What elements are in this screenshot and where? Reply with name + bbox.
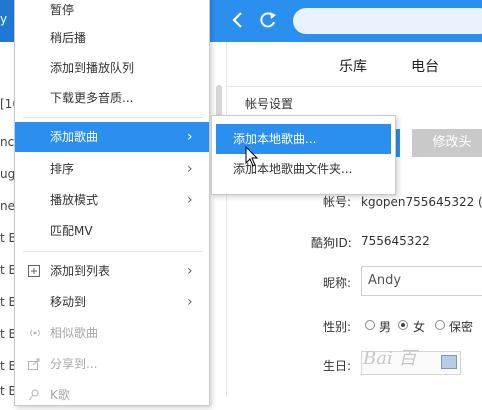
list-item-fragment: ug [0,167,16,181]
search-input[interactable] [293,8,482,34]
share-icon [28,358,40,370]
gender-female-label: 女 [413,320,426,334]
list-item-fragment: ne [0,199,15,213]
menu-item-label: 添加歌曲 [50,130,99,144]
menu-item-label: 添加到播放队列 [50,61,135,75]
tab-library[interactable]: 乐库 [339,56,367,76]
menu-item-share: 分享到... [15,349,209,379]
tab-change-avatar[interactable]: 修改头 [412,129,482,157]
left-header-fragment: y [0,12,8,26]
panel-divider [226,42,227,396]
kugou-id-label: 酷狗ID: [311,236,352,250]
menu-separator [23,251,203,252]
watermark: Bai 百 [363,348,417,369]
birthday-label: 生日: [323,359,352,373]
refresh-icon[interactable] [257,8,279,32]
menu-item-similar-songs: 相似歌曲 [15,318,209,348]
menu-item-add-to-queue[interactable]: 添加到播放队列 [15,53,209,83]
menu-item-label: 匹配MV [50,224,93,238]
menu-item-label: 移动到 [50,295,87,309]
menu-item-label: 相似歌曲 [50,326,99,340]
calendar-icon[interactable] [441,355,457,369]
account-value: kgopen755645322 (我 [361,195,482,209]
chevron-right-icon: › [187,129,193,145]
menu-item-download-quality[interactable]: 下载更多音质... [15,83,209,113]
gender-male-label: 男 [379,320,392,334]
gender-secret-radio[interactable] [435,320,445,330]
plus-box-icon [28,265,40,277]
gender-male-radio[interactable] [365,320,375,330]
microphone-icon [28,389,40,401]
menu-item-match-mv[interactable]: 匹配MV [15,216,209,246]
kugou-id-value: 755645322 [361,234,430,248]
menu-item-label: 暂停 [50,3,75,17]
mouse-cursor-icon [245,145,259,168]
tab-divider [227,86,482,87]
menu-item-karaoke: K歌 [15,380,209,410]
submenu-item-add-local-folder[interactable]: 添加本地歌曲文件夹... [216,154,391,184]
menu-item-label: 稍后播 [50,31,87,45]
menu-item-label: K歌 [50,388,70,402]
nickname-input[interactable]: Andy [361,266,482,296]
submenu-add-songs: 添加本地歌曲... 添加本地歌曲文件夹... [211,115,396,195]
menu-item-sort[interactable]: 排序 › [15,154,209,184]
chevron-right-icon: › [187,263,193,279]
page-title: 帐号设置 [245,97,294,111]
menu-item-play-mode[interactable]: 播放模式 › [15,185,209,215]
radio-wave-icon [28,327,40,339]
list-item-fragment: nc [0,135,15,149]
chevron-left-icon[interactable] [229,9,247,31]
chevron-right-icon: › [187,192,193,208]
menu-item-label: 排序 [50,162,75,176]
menu-item-label: 播放模式 [50,193,99,207]
gender-label: 性别: [323,320,352,334]
submenu-item-add-local-songs[interactable]: 添加本地歌曲... [216,124,391,154]
menu-item-label: 分享到... [50,357,98,371]
menu-item-add-to-list[interactable]: 添加到列表 › [15,256,209,286]
menu-item-add-songs[interactable]: 添加歌曲 › [15,122,209,152]
gender-secret-label: 保密 [449,320,474,334]
menu-item-label: 下载更多音质... [50,91,134,105]
menu-item-play-later[interactable]: 稍后播 [15,23,209,53]
tab-radio[interactable]: 电台 [411,56,439,76]
menu-item-label: 添加到列表 [50,264,111,278]
nickname-label: 昵称: [323,276,352,290]
chevron-right-icon: › [187,294,193,310]
menu-separator [23,117,203,118]
menu-item-move-to[interactable]: 移动到 › [15,287,209,317]
context-menu: 暂停 稍后播 添加到播放队列 下载更多音质... 添加歌曲 › 排序 › 播放模… [14,0,210,406]
gender-female-radio[interactable] [398,320,408,330]
menu-item-pause[interactable]: 暂停 [15,0,209,25]
chevron-right-icon: › [187,161,193,177]
account-label: 帐号: [323,195,352,209]
